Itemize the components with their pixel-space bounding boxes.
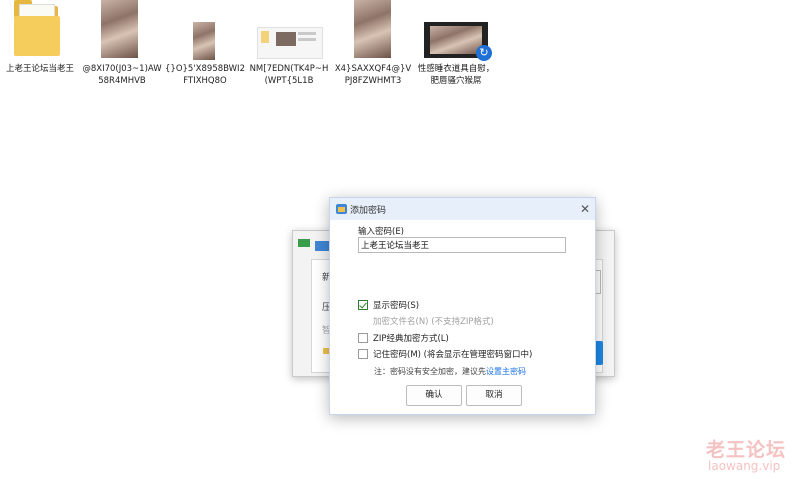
watermark-url: laowang.vip bbox=[708, 459, 781, 473]
security-note: 注：密码没有安全加密，建议先设置主密码 bbox=[374, 366, 526, 377]
close-icon[interactable]: ✕ bbox=[578, 201, 592, 217]
desktop-icon-label: @8XI70(J03~1)AW58R4MHVB bbox=[82, 64, 162, 86]
window-titlebar bbox=[315, 241, 329, 251]
checkbox-icon bbox=[358, 349, 368, 359]
zip-classic-checkbox[interactable]: ZIP经典加密方式(L) bbox=[358, 331, 449, 345]
desktop-icon-label: X4}SAXXQF4@}VPJ8FZWHMT3 bbox=[334, 64, 412, 86]
dialog-title: 添加密码 bbox=[350, 206, 387, 216]
image-thumbnail bbox=[193, 22, 215, 60]
image-thumbnail bbox=[354, 0, 391, 58]
archive-app-icon bbox=[336, 204, 347, 214]
image-thumbnail bbox=[257, 27, 323, 59]
add-password-dialog: 添加密码 ✕ 输入密码(E) 显示密码(S) 加密文件名(N) (不支持ZIP格… bbox=[329, 197, 596, 415]
password-label: 输入密码(E) bbox=[358, 227, 405, 237]
password-input[interactable] bbox=[358, 237, 566, 253]
desktop-icon-label: {}O}5'X8958BWI2FTIXHQ8O bbox=[165, 64, 245, 86]
option-label: 加密文件名(N) (不支持ZIP格式) bbox=[373, 317, 494, 327]
desktop-icon-label: 上老王论坛当老王 bbox=[5, 64, 74, 74]
set-master-password-link[interactable]: 设置主密码 bbox=[486, 367, 526, 376]
desktop-icon-label: NM[7EDN(TK4P~H(WPT{5L1B bbox=[249, 64, 329, 86]
desktop-icon-label: 性感睡衣道具自慰，肥唇骚穴猴屌 bbox=[417, 64, 495, 86]
option-label: ZIP经典加密方式(L) bbox=[373, 334, 449, 344]
option-label: 记住密码(M) (将会显示在管理密码窗口中) bbox=[373, 350, 533, 360]
cancel-button[interactable]: 取消 bbox=[466, 385, 522, 406]
checkbox-checked-icon bbox=[358, 300, 368, 310]
image-thumbnail bbox=[101, 0, 138, 58]
video-link-icon: ↻ bbox=[476, 45, 492, 61]
note-text: 注：密码没有安全加密，建议先 bbox=[374, 367, 486, 376]
confirm-button[interactable]: 确认 bbox=[406, 385, 462, 406]
app-icon bbox=[298, 239, 310, 247]
watermark-title: 老王论坛 bbox=[706, 439, 787, 461]
remember-password-checkbox[interactable]: 记住密码(M) (将会显示在管理密码窗口中) bbox=[358, 347, 532, 361]
folder-icon bbox=[14, 0, 60, 56]
checkbox-icon bbox=[358, 333, 368, 343]
encrypt-filenames-checkbox: 加密文件名(N) (不支持ZIP格式) bbox=[358, 314, 494, 328]
dialog-titlebar: 添加密码 ✕ bbox=[330, 198, 595, 220]
show-password-checkbox[interactable]: 显示密码(S) bbox=[358, 298, 419, 312]
option-label: 显示密码(S) bbox=[373, 301, 420, 311]
